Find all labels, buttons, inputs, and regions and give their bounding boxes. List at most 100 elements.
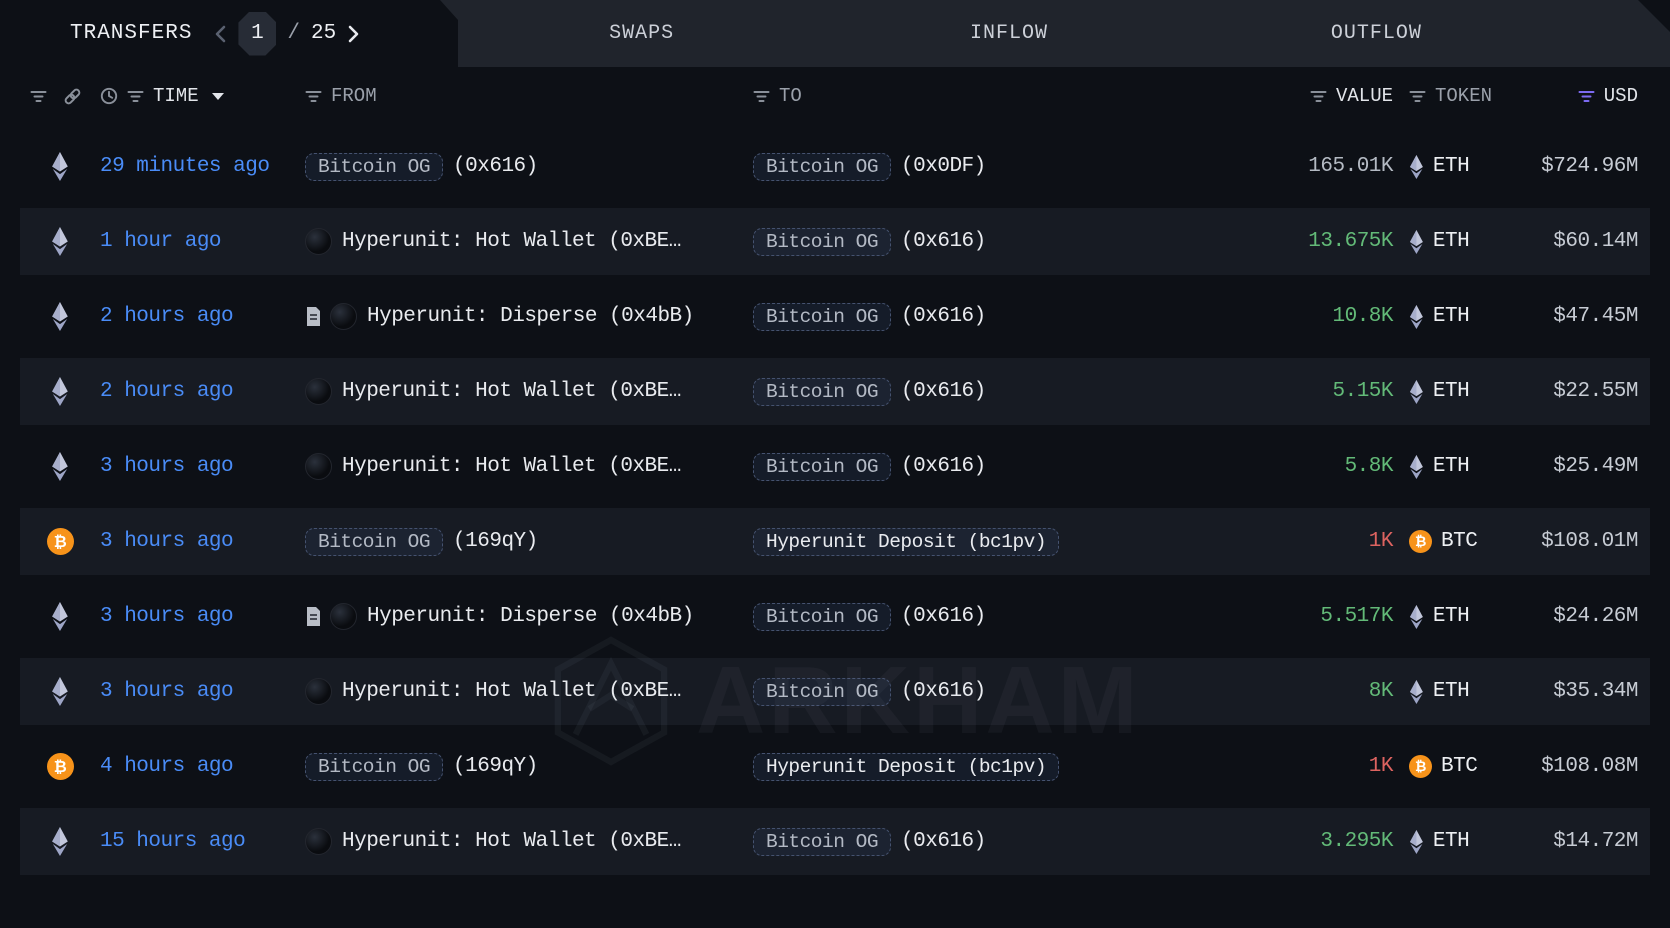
transfers-table-body: 29 minutes agoBitcoin OG(0x616)Bitcoin O… [20, 125, 1650, 875]
entity-tag[interactable]: Bitcoin OG [753, 228, 891, 256]
filter-icon[interactable] [753, 89, 770, 104]
transfer-value: 3.295K [1320, 830, 1393, 853]
usd-cell: $60.14M [1503, 230, 1638, 253]
table-row: 2 hours ago Hyperunit: Disperse (0x4bB) B… [20, 275, 1650, 350]
entity-link[interactable]: Hyperunit: Hot Wallet (0xBE… [342, 380, 681, 403]
entity-tag[interactable]: Bitcoin OG [753, 603, 891, 631]
token-symbol: ETH [1433, 605, 1469, 628]
time-link[interactable]: 4 hours ago [100, 755, 233, 778]
filter-icon[interactable] [1310, 89, 1327, 104]
address-suffix: (0x616) [901, 380, 986, 403]
column-header-to[interactable]: TO [779, 85, 802, 107]
time-link[interactable]: 3 hours ago [100, 455, 233, 478]
contract-icon [305, 606, 322, 627]
time-link[interactable]: 2 hours ago [100, 305, 233, 328]
time-link[interactable]: 3 hours ago [100, 530, 233, 553]
eth-icon [1409, 305, 1424, 329]
link-icon[interactable] [63, 87, 82, 106]
entity-link[interactable]: Hyperunit: Hot Wallet (0xBE… [342, 830, 681, 853]
column-header-value[interactable]: VALUE [1336, 85, 1393, 107]
pagination: 1 / 25 [214, 12, 360, 56]
tab-transfers[interactable]: TRANSFERS 1 / 25 [0, 0, 458, 67]
filter-icon[interactable] [305, 89, 322, 104]
entity-tag[interactable]: Bitcoin OG [753, 453, 891, 481]
time-link[interactable]: 29 minutes ago [100, 155, 269, 178]
row-token-icon-cell [20, 377, 100, 406]
table-row: 3 hours ago Hyperunit: Disperse (0x4bB) B… [20, 575, 1650, 650]
filter-icon[interactable] [1409, 89, 1426, 104]
prev-page-button[interactable] [214, 23, 227, 45]
column-header-usd[interactable]: USD [1604, 85, 1638, 107]
column-header-time[interactable]: TIME [153, 85, 199, 107]
entity-tag[interactable]: Hyperunit Deposit (bc1pv) [753, 753, 1059, 781]
from-cell: Bitcoin OG(0x616) [305, 153, 753, 181]
tab-bar: SWAPS INFLOW OUTFLOW TRANSFERS 1 / 25 [0, 0, 1670, 67]
token-symbol: ETH [1433, 155, 1469, 178]
usd-cell: $22.55M [1503, 380, 1638, 403]
table-row: ₿4 hours agoBitcoin OG(169qY)Hyperunit D… [20, 725, 1650, 800]
from-cell: Hyperunit: Disperse (0x4bB) [305, 303, 753, 330]
time-link[interactable]: 2 hours ago [100, 380, 233, 403]
entity-tag[interactable]: Bitcoin OG [753, 678, 891, 706]
from-cell: Bitcoin OG (169qY) [305, 528, 753, 556]
eth-icon [51, 227, 69, 256]
usd-value: $108.01M [1541, 530, 1638, 553]
tab-swaps[interactable]: SWAPS [458, 0, 825, 67]
eth-icon [51, 377, 69, 406]
transfer-value: 10.8K [1332, 305, 1393, 328]
entity-link[interactable]: Hyperunit: Hot Wallet (0xBE… [342, 230, 681, 253]
from-cell: Hyperunit: Hot Wallet (0xBE… [305, 228, 753, 255]
entity-tag[interactable]: Bitcoin OG [305, 528, 443, 556]
time-link[interactable]: 3 hours ago [100, 605, 233, 628]
address-suffix: (169qY) [453, 530, 538, 553]
time-link[interactable]: 15 hours ago [100, 830, 245, 853]
entity-link[interactable]: Hyperunit: Hot Wallet (0xBE… [342, 680, 681, 703]
transfer-value: 1K [1369, 530, 1393, 553]
table-row: 29 minutes ago Bitcoin OG(0x616)Bitcoin O… [20, 125, 1650, 200]
time-link[interactable]: 1 hour ago [100, 230, 221, 253]
token-cell: ETH [1393, 230, 1503, 254]
entity-link[interactable]: Hyperunit: Disperse (0x4bB) [367, 605, 694, 628]
eth-icon [1409, 680, 1424, 704]
address-suffix: (0x616) [901, 230, 986, 253]
entity-tag[interactable]: Bitcoin OG [753, 153, 891, 181]
table-row: 3 hours ago Hyperunit: Hot Wallet (0xBE… B… [20, 425, 1650, 500]
value-cell: 165.01K [1205, 155, 1393, 178]
transfers-table: TIME FROM TO VALUE TOKEN [20, 67, 1650, 875]
usd-value: $108.08M [1541, 755, 1638, 778]
value-cell: 1K [1205, 530, 1393, 553]
to-cell: Bitcoin OG(0x0DF) [753, 153, 1205, 181]
time-link[interactable]: 3 hours ago [100, 680, 233, 703]
filter-icon[interactable] [30, 89, 47, 104]
entity-tag[interactable]: Bitcoin OG [753, 828, 891, 856]
tab-inflow[interactable]: INFLOW [825, 0, 1192, 67]
token-symbol: ETH [1433, 305, 1469, 328]
next-page-button[interactable] [347, 23, 360, 45]
column-header-token[interactable]: TOKEN [1435, 85, 1492, 107]
entity-tag[interactable]: Bitcoin OG [753, 378, 891, 406]
clock-icon[interactable] [100, 87, 118, 105]
entity-tag[interactable]: Bitcoin OG [753, 303, 891, 331]
column-header-from[interactable]: FROM [331, 85, 377, 107]
entity-avatar [330, 603, 357, 630]
row-token-icon-cell: ₿ [20, 753, 100, 780]
value-cell: 5.517K [1205, 605, 1393, 628]
entity-tag[interactable]: Hyperunit Deposit (bc1pv) [753, 528, 1059, 556]
page-separator: / [287, 22, 300, 45]
usd-value: $14.72M [1553, 830, 1638, 853]
filter-icon[interactable] [127, 89, 144, 104]
filter-icon-active[interactable] [1578, 89, 1595, 104]
entity-tag[interactable]: Bitcoin OG [305, 753, 443, 781]
entity-tag[interactable]: Bitcoin OG [305, 153, 443, 181]
usd-value: $24.26M [1553, 605, 1638, 628]
chevron-down-icon[interactable] [212, 93, 224, 100]
entity-link[interactable]: Hyperunit: Disperse (0x4bB) [367, 305, 694, 328]
usd-value: $22.55M [1553, 380, 1638, 403]
tab-outflow[interactable]: OUTFLOW [1193, 0, 1560, 67]
entity-link[interactable]: Hyperunit: Hot Wallet (0xBE… [342, 455, 681, 478]
usd-value: $724.96M [1541, 155, 1638, 178]
to-cell: Bitcoin OG(0x616) [753, 678, 1205, 706]
usd-value: $60.14M [1553, 230, 1638, 253]
token-cell: ETH [1393, 155, 1503, 179]
row-token-icon-cell: ₿ [20, 528, 100, 555]
